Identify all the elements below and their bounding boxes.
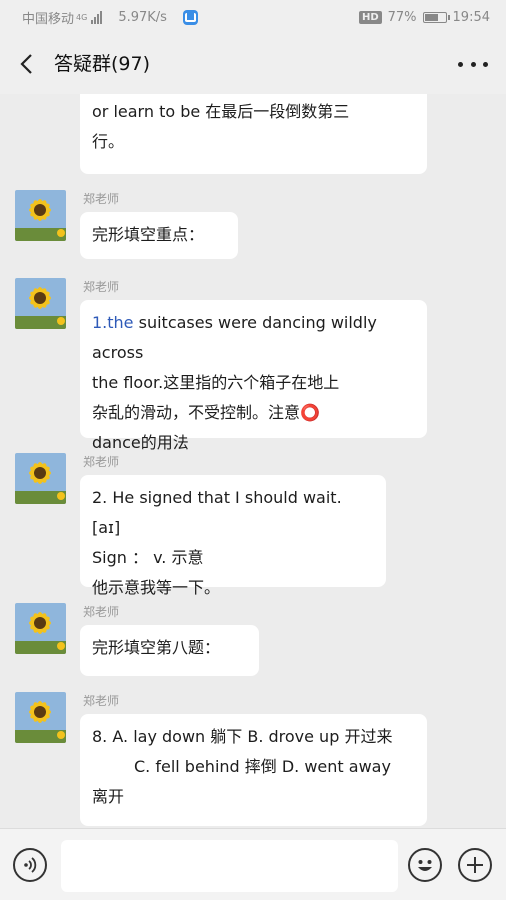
voice-icon[interactable] <box>13 848 47 882</box>
message-bubble[interactable]: or learn to be 在最后一段倒数第三 行。 <box>80 94 427 174</box>
input-bar <box>0 828 506 900</box>
hd-badge: HD <box>358 10 382 24</box>
sunflower-avatar-icon <box>15 603 66 654</box>
app-notification-icon <box>182 9 198 25</box>
network-speed: 5.97K/s <box>118 9 167 25</box>
more-dots-icon[interactable] <box>458 52 488 76</box>
sunflower-avatar-icon <box>15 278 66 329</box>
message-bubble[interactable]: 完形填空重点： <box>80 212 238 259</box>
message-line: 完形填空重点： <box>92 225 205 244</box>
carrier-label: 中国移动 <box>22 11 75 27</box>
emoji-icon[interactable] <box>408 848 442 882</box>
sunflower-avatar-icon <box>15 453 66 504</box>
clock: 19:54 <box>452 9 490 25</box>
network-label: 4G <box>76 12 88 22</box>
message-line: C. fell behind 摔倒 D. went away <box>134 757 391 776</box>
message-line: 2. He signed that I should wait. [aɪ] <box>92 488 342 537</box>
message-line: dance的用法 <box>92 433 189 452</box>
status-bar: 中国移动 4G 5.97K/s HD 77% 19:54 <box>0 0 506 34</box>
sender-name: 郑老师 <box>83 694 120 708</box>
sender-name: 郑老师 <box>83 455 120 469</box>
message-line: 杂乱的滑动，不受控制。注意⭕ <box>92 403 320 422</box>
battery-icon <box>422 11 450 23</box>
page-title: 答疑群(97) <box>54 53 151 75</box>
chat-header: 答疑群(97) <box>0 34 506 94</box>
sender-name: 郑老师 <box>83 605 120 619</box>
sender-name: 郑老师 <box>83 192 120 206</box>
message-text: suitcases were dancing wildly across <box>92 313 377 362</box>
chevron-left-icon[interactable] <box>16 52 40 76</box>
avatar[interactable] <box>15 278 66 329</box>
avatar[interactable] <box>15 692 66 743</box>
message-line: Sign ： v. 示意 <box>92 548 204 567</box>
chat-list[interactable]: or learn to be 在最后一段倒数第三 行。 郑老师 完形填空重点： <box>0 94 506 828</box>
sunflower-avatar-icon <box>15 190 66 241</box>
message-bubble[interactable]: 2. He signed that I should wait. [aɪ] Si… <box>80 475 386 597</box>
message-line: 1.the suitcases were dancing wildly acro… <box>92 308 415 368</box>
plus-icon[interactable] <box>458 848 492 882</box>
message-line: 行。 <box>92 132 125 151</box>
message-bubble[interactable]: 8. A. lay down 躺下 B. drove up 开过来 C. fel… <box>80 714 427 826</box>
message-input[interactable] <box>61 840 398 892</box>
message-line: 完形填空第八题： <box>92 638 221 657</box>
battery-percent: 77% <box>387 9 417 25</box>
message-bubble[interactable]: 完形填空第八题： <box>80 625 259 676</box>
sunflower-avatar-icon <box>15 692 66 743</box>
message-bubble[interactable]: 1.the suitcases were dancing wildly acro… <box>80 300 427 452</box>
message-line: the floor.这里指的六个箱子在地上 <box>92 373 340 392</box>
avatar[interactable] <box>15 453 66 504</box>
signal-icon <box>91 10 103 24</box>
message-line: 离开 <box>92 787 125 806</box>
avatar[interactable] <box>15 603 66 654</box>
link-text[interactable]: 1.the <box>92 313 134 332</box>
avatar[interactable] <box>15 190 66 241</box>
sender-name: 郑老师 <box>83 280 120 294</box>
message-line: 8. A. lay down 躺下 B. drove up 开过来 <box>92 727 393 746</box>
message-line: 他示意我等一下。 <box>92 578 221 597</box>
message-line: or learn to be 在最后一段倒数第三 <box>92 102 350 121</box>
